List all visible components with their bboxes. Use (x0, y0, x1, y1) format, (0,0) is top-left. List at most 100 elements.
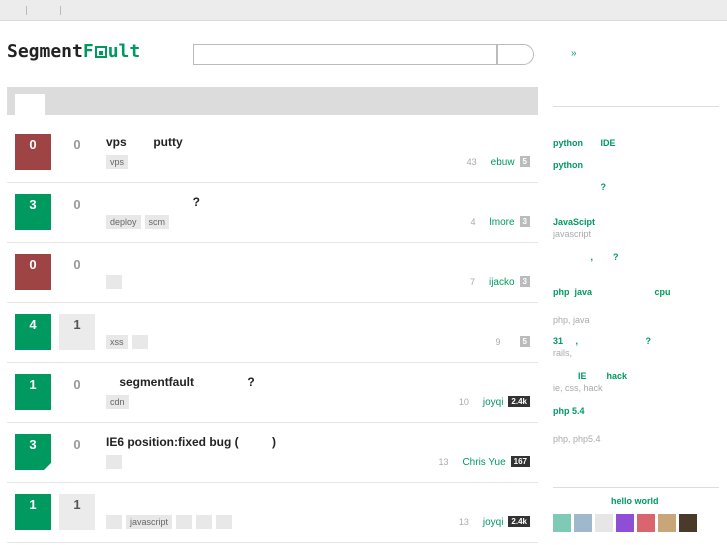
tag-list: cdn (106, 395, 133, 409)
logo-text: Segment (7, 41, 83, 62)
author-link[interactable]: joyqi (483, 397, 504, 408)
sidebar-divider (553, 487, 719, 488)
sidebar-question: php, php5.4 (553, 433, 723, 445)
tag[interactable] (106, 515, 122, 529)
user-avatar[interactable] (616, 514, 634, 532)
question-row: 3 0 IE6 position:fixed bug ( ) 13 Chris Yue 1… (7, 423, 538, 483)
sidebar-question-title[interactable]: JavaScipt (553, 216, 723, 228)
question-title[interactable]: vps putty (106, 135, 183, 149)
user-avatar[interactable] (637, 514, 655, 532)
reputation-badge: 5 (519, 156, 530, 167)
vote-count: 0 (15, 254, 51, 290)
tag[interactable] (176, 515, 193, 529)
question-meta: 7 ijacko 3 (470, 275, 530, 289)
reputation-badge: 5 (519, 336, 530, 347)
tag-list: javascript (106, 515, 236, 529)
tag-list (106, 455, 126, 469)
sidebar-question: php java cpu (553, 286, 723, 298)
answer-number: 0 (73, 197, 81, 212)
sidebar-question: ? (553, 181, 723, 193)
question-title[interactable]: ? (106, 195, 200, 209)
tag[interactable] (106, 275, 122, 289)
tag[interactable]: javascript (126, 515, 173, 529)
answer-number: 0 (73, 137, 81, 152)
tag[interactable]: deploy (106, 215, 141, 229)
vote-count: 1 (15, 494, 51, 530)
vote-number: 3 (29, 197, 37, 212)
user-avatar[interactable] (679, 514, 697, 532)
tag[interactable] (106, 455, 122, 469)
reputation-badge: 2.4k (508, 396, 530, 407)
question-title[interactable]: segmentfault ? (106, 375, 254, 389)
answer-number: 0 (73, 257, 81, 272)
question-row: 1 1 javascript 13 joyqi 2.4k (7, 483, 538, 543)
view-count: 9 (495, 337, 501, 347)
user-avatar[interactable] (574, 514, 592, 532)
sidebar-question-title[interactable]: php 5.4 (553, 405, 723, 417)
nav-divider (60, 6, 61, 15)
author-link[interactable]: Chris Yue (462, 457, 505, 468)
vote-number: 4 (29, 317, 37, 332)
question-row: 0 0 vps putty vps 43 ebuw 5 (7, 123, 538, 183)
avatar-row (553, 514, 700, 532)
tag[interactable] (196, 515, 213, 529)
top-navbar (0, 0, 727, 21)
author-link[interactable]: ebuw (491, 157, 515, 168)
search-button[interactable] (497, 44, 534, 65)
question-tabs (7, 87, 538, 115)
author-link[interactable]: ijacko (489, 277, 515, 288)
logo-text-accent-end: ult (107, 41, 141, 62)
question-meta: 43 ebuw 5 (467, 155, 530, 169)
tag[interactable]: vps (106, 155, 129, 169)
tab-active[interactable] (15, 94, 45, 115)
answer-number: 0 (73, 437, 81, 452)
reputation-badge: 3 (519, 276, 530, 287)
author-link[interactable]: lmore (490, 217, 515, 228)
site-logo[interactable]: SegmentF ult (7, 41, 140, 62)
question-row: 4 1 xss 9 5 (7, 303, 538, 363)
sidebar-question-tags: php, java (553, 315, 590, 325)
sidebar-hello-title[interactable]: hello world (611, 496, 659, 506)
reputation-badge: 3 (519, 216, 530, 227)
tag[interactable]: cdn (106, 395, 129, 409)
question-meta: 95 (496, 335, 530, 349)
tag[interactable]: xss (106, 335, 128, 349)
view-count: 43 (466, 157, 477, 167)
sidebar-question-title[interactable]: 31 , ? (553, 335, 723, 347)
sidebar-question-title[interactable]: , ? (553, 251, 723, 263)
user-avatar[interactable] (553, 514, 571, 532)
tag[interactable] (131, 335, 148, 349)
header-more-link[interactable]: » (571, 48, 577, 59)
vote-count: 1 (15, 374, 51, 410)
vote-number: 1 (29, 377, 37, 392)
search-input[interactable] (193, 44, 497, 65)
sidebar-question-title[interactable]: python (553, 159, 723, 171)
question-row: 10 segmentfault ? cdn 10 joyqi 2.4k (7, 363, 538, 423)
view-count: 13 (438, 457, 449, 467)
question-meta: 13 Chris Yue 167 (438, 455, 530, 469)
tag[interactable] (216, 515, 233, 529)
question-title[interactable]: IE6 position:fixed bug ( ) (106, 435, 276, 449)
answer-number: 0 (73, 377, 81, 392)
sidebar-question-tags: ie, css, hack (553, 383, 603, 393)
sidebar-question-title[interactable]: IE hack (553, 370, 723, 382)
sidebar-question: JavaScipt javascript (553, 216, 723, 240)
answer-count: 0 (59, 374, 95, 410)
user-avatar[interactable] (595, 514, 613, 532)
vote-count: 0 (15, 134, 51, 170)
tag[interactable]: scm (144, 215, 170, 229)
answer-number: 1 (73, 317, 81, 332)
author-link[interactable]: joyqi (483, 517, 504, 528)
tag-list: vps (106, 155, 132, 169)
sidebar-question-title[interactable]: php java cpu (553, 286, 723, 298)
view-count: 4 (470, 217, 476, 227)
sidebar-question-title[interactable]: ? (553, 181, 723, 193)
reputation-badge: 167 (510, 456, 530, 467)
tag-list: deploy scm (106, 215, 173, 229)
question-row: 0 0 7 ijacko 3 (7, 243, 538, 303)
user-avatar[interactable] (658, 514, 676, 532)
logo-text-accent: F (82, 41, 94, 62)
vote-count: 3 (15, 434, 51, 470)
sidebar-question-title[interactable]: python IDE (553, 137, 723, 149)
tag-list: xss (106, 335, 152, 349)
